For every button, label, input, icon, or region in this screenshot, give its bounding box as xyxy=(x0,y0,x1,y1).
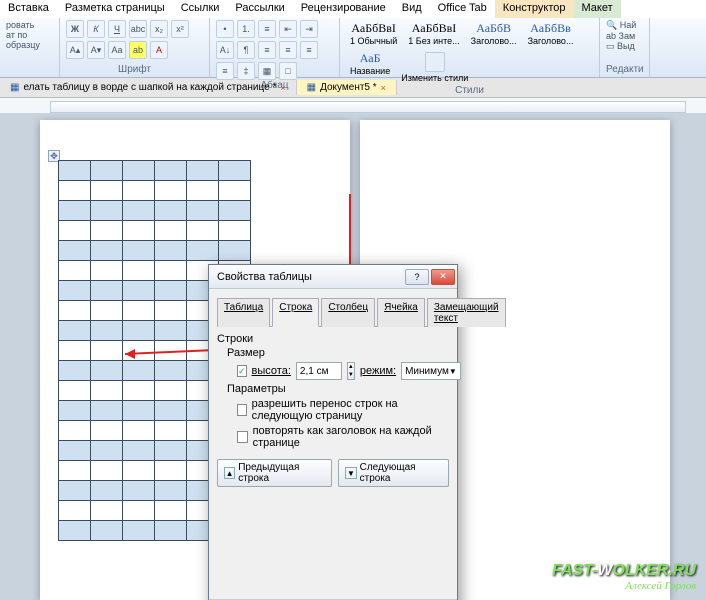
show-marks-button[interactable]: ¶ xyxy=(237,41,255,59)
font-group-label: Шрифт xyxy=(66,64,203,75)
doc-tab-2[interactable]: ▦ Документ5 * × xyxy=(297,80,397,95)
sup-button[interactable]: x² xyxy=(171,20,189,38)
arrow-down-icon: ▼ xyxy=(345,467,356,479)
allow-break-checkbox[interactable] xyxy=(237,404,247,416)
close-icon[interactable]: × xyxy=(280,83,285,93)
grow-font-button[interactable]: A▴ xyxy=(66,41,84,59)
table-properties-dialog: Свойства таблицы ? ✕ Таблица Строка Стол… xyxy=(208,264,458,600)
bullets-button[interactable]: • xyxy=(216,20,234,38)
highlight-button[interactable]: ab xyxy=(129,41,147,59)
chevron-down-icon: ▼ xyxy=(449,367,457,376)
dialog-title: Свойства таблицы xyxy=(217,271,312,283)
tab-row[interactable]: Строка xyxy=(272,298,319,327)
height-label: высота: xyxy=(252,365,291,377)
word-icon: ▦ xyxy=(307,82,316,93)
justify-button[interactable]: ≡ xyxy=(216,62,234,80)
font-color-button[interactable]: A xyxy=(150,41,168,59)
numbering-button[interactable]: 1. xyxy=(237,20,255,38)
underline-button[interactable]: Ч xyxy=(108,20,126,38)
tab-mailings[interactable]: Рассылки xyxy=(227,0,292,18)
watermark: FAST-WOLKER.RU Алексей Горлов xyxy=(552,562,696,592)
case-button[interactable]: Aa xyxy=(108,41,126,59)
style-h1[interactable]: АаБбВЗаголово... xyxy=(467,20,521,47)
bold-button[interactable]: Ж xyxy=(66,20,84,38)
style-normal[interactable]: АаБбВвІ1 Обычный xyxy=(346,20,401,47)
repeat-header-label: повторять как заголовок на каждой страни… xyxy=(253,425,449,449)
tab-alttext[interactable]: Замещающий текст xyxy=(427,298,506,327)
prev-row-button[interactable]: ▲Предыдущая строка xyxy=(217,459,332,487)
style-h2[interactable]: АаБбВвЗаголово... xyxy=(524,20,578,47)
arrow-up-icon: ▲ xyxy=(224,467,235,479)
replace-button[interactable]: ab Зам xyxy=(606,31,643,41)
tab-table[interactable]: Таблица xyxy=(217,298,270,327)
shading-button[interactable]: ▦ xyxy=(258,62,276,80)
indent-inc-button[interactable]: ⇥ xyxy=(300,20,318,38)
find-button[interactable]: 🔍 Най xyxy=(606,20,643,31)
workspace: ✥ Свойства та xyxy=(0,114,706,600)
line-spacing-button[interactable]: ‡ xyxy=(237,62,255,80)
tab-insert[interactable]: Вставка xyxy=(0,0,57,18)
align-center-button[interactable]: ≡ xyxy=(279,41,297,59)
tab-review[interactable]: Рецензирование xyxy=(293,0,394,18)
horizontal-ruler[interactable] xyxy=(0,98,706,114)
borders-button[interactable]: □ xyxy=(279,62,297,80)
style-nospacing[interactable]: АаБбВвІ1 Без инте... xyxy=(404,20,463,47)
style-title[interactable]: АаБНазвание xyxy=(346,50,394,77)
tab-links[interactable]: Ссылки xyxy=(173,0,228,18)
height-spinner[interactable]: ▲▼ xyxy=(347,362,355,380)
close-button[interactable]: ✕ xyxy=(431,269,455,285)
italic-button[interactable]: К xyxy=(87,20,105,38)
next-row-button[interactable]: ▼Следующая строка xyxy=(338,459,449,487)
format-painter[interactable]: ат по образцу xyxy=(6,30,53,50)
tab-officetab[interactable]: Office Tab xyxy=(430,0,495,18)
tab-column[interactable]: Столбец xyxy=(321,298,375,327)
mode-label: режим: xyxy=(360,365,396,377)
height-checkbox[interactable]: ✓ xyxy=(237,365,247,377)
rows-label: Строки xyxy=(217,333,449,345)
multilevel-button[interactable]: ≡ xyxy=(258,20,276,38)
tab-cell[interactable]: Ячейка xyxy=(377,298,425,327)
tab-view[interactable]: Вид xyxy=(394,0,430,18)
params-label: Параметры xyxy=(227,383,449,395)
strike-button[interactable]: abc xyxy=(129,20,147,38)
word-icon: ▦ xyxy=(10,82,19,93)
sub-button[interactable]: x₂ xyxy=(150,20,168,38)
ribbon: ровать ат по образцу Ж К Ч abc x₂ x² A▴ … xyxy=(0,18,706,78)
change-styles-button[interactable]: Изменить стили xyxy=(397,50,472,85)
tab-layout[interactable]: Разметка страницы xyxy=(57,0,173,18)
help-button[interactable]: ? xyxy=(405,269,429,285)
mode-select[interactable]: Минимум▼ xyxy=(401,362,461,380)
shrink-font-button[interactable]: A▾ xyxy=(87,41,105,59)
sort-button[interactable]: A↓ xyxy=(216,41,234,59)
align-right-button[interactable]: ≡ xyxy=(300,41,318,59)
height-input[interactable] xyxy=(296,362,342,380)
select-button[interactable]: ▭ Выд xyxy=(606,41,643,52)
dialog-titlebar[interactable]: Свойства таблицы ? ✕ xyxy=(209,265,457,289)
indent-dec-button[interactable]: ⇤ xyxy=(279,20,297,38)
tab-table-layout[interactable]: Макет xyxy=(574,0,621,18)
align-left-button[interactable]: ≡ xyxy=(258,41,276,59)
allow-break-label: разрешить перенос строк на следующую стр… xyxy=(252,398,449,422)
change-styles-icon xyxy=(425,52,445,72)
size-label: Размер xyxy=(227,347,449,359)
repeat-header-checkbox[interactable] xyxy=(237,431,248,443)
doc-tab-1[interactable]: ▦ елать таблицу в ворде с шапкой на кажд… xyxy=(0,80,297,95)
close-icon[interactable]: × xyxy=(381,83,386,93)
ribbon-tabs: Вставка Разметка страницы Ссылки Рассылк… xyxy=(0,0,706,18)
clipboard-text: ровать xyxy=(6,20,53,30)
edit-group-label: Редакти xyxy=(606,64,643,75)
tab-design[interactable]: Конструктор xyxy=(495,0,574,18)
